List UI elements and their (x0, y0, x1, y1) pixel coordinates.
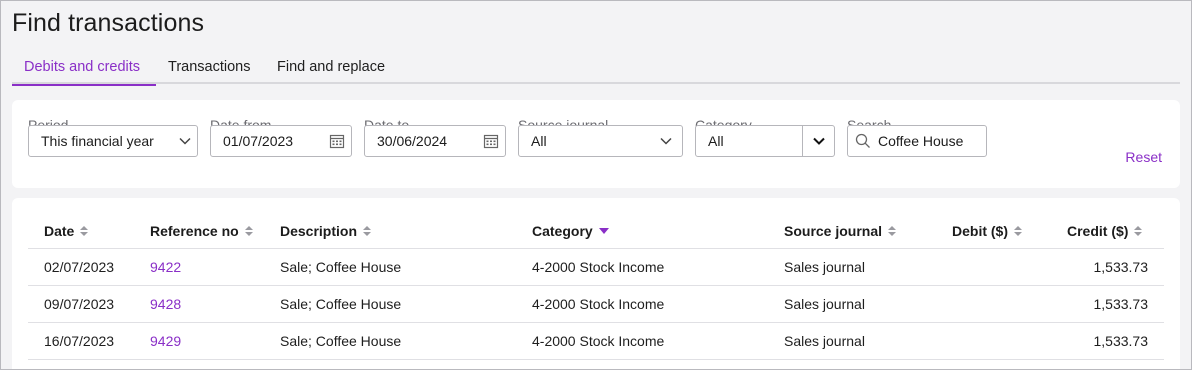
cell-source-journal: Sales journal (784, 259, 865, 275)
source-journal-select[interactable]: All (518, 125, 683, 157)
cell-credit: 1,533.73 (1093, 259, 1149, 275)
sort-icon (80, 225, 89, 236)
date-to-input[interactable]: 30/06/2024 (364, 125, 506, 157)
cell-date: 16/07/2023 (44, 333, 115, 349)
cell-debit (948, 286, 1028, 322)
filter-panel: Period This financial year Date from 01/… (12, 100, 1180, 188)
cell-reference-link[interactable]: 9429 (150, 323, 181, 359)
chevron-down-icon (173, 129, 197, 153)
date-to-value: 30/06/2024 (377, 133, 448, 149)
column-header-reference-no[interactable]: Reference no (150, 213, 253, 248)
category-select[interactable]: All (695, 125, 835, 157)
table-row[interactable]: 02/07/2023 9422 Sale; Coffee House 4-200… (28, 249, 1164, 286)
chevron-down-icon (654, 129, 678, 153)
cell-category: 4-2000 Stock Income (532, 296, 665, 312)
column-header-label: Source journal (784, 222, 883, 239)
source-journal-value: All (531, 133, 547, 149)
date-from-input[interactable]: 01/07/2023 (210, 125, 352, 157)
column-header-label: Date (44, 222, 75, 239)
column-header-source-journal[interactable]: Source journal (784, 213, 897, 248)
period-value: This financial year (41, 133, 154, 149)
cell-date: 09/07/2023 (44, 296, 115, 312)
column-header-category[interactable]: Category (532, 213, 609, 248)
column-header-label: Category (532, 222, 593, 239)
column-header-label: Description (280, 222, 358, 239)
search-input[interactable]: Coffee House (847, 125, 987, 157)
tab-debits-and-credits[interactable]: Debits and credits (12, 52, 156, 86)
sort-icon (363, 225, 372, 236)
cell-description: Sale; Coffee House (280, 296, 402, 312)
column-header-debit[interactable]: Debit ($) (952, 213, 1022, 248)
table-row[interactable]: 16/07/2023 9429 Sale; Coffee House 4-200… (28, 323, 1164, 360)
page-title: Find transactions (12, 9, 205, 37)
column-header-credit[interactable]: Credit ($) (1067, 213, 1143, 248)
column-header-description[interactable]: Description (280, 213, 372, 248)
tab-bar: Debits and credits Transactions Find and… (12, 52, 1180, 86)
cell-description: Sale; Coffee House (280, 333, 402, 349)
reset-link[interactable]: Reset (1125, 149, 1162, 165)
cell-date: 02/07/2023 (44, 259, 115, 275)
table-row[interactable]: 09/07/2023 9428 Sale; Coffee House 4-200… (28, 286, 1164, 323)
tab-transactions[interactable]: Transactions (156, 52, 265, 84)
tab-find-and-replace[interactable]: Find and replace (265, 52, 397, 84)
results-table: Date Reference no Description Category S… (12, 198, 1180, 370)
column-header-label: Debit ($) (952, 222, 1008, 239)
date-from-value: 01/07/2023 (223, 133, 294, 149)
cell-source-journal: Sales journal (784, 333, 865, 349)
cell-debit (948, 249, 1028, 285)
cell-reference-link[interactable]: 9428 (150, 286, 181, 322)
cell-source-journal: Sales journal (784, 296, 865, 312)
search-value: Coffee House (878, 133, 964, 149)
cell-debit (948, 323, 1028, 359)
calendar-icon[interactable] (323, 133, 351, 149)
search-icon (848, 133, 878, 149)
sort-icon (888, 225, 897, 236)
chevron-down-icon[interactable] (802, 126, 834, 156)
cell-description: Sale; Coffee House (280, 259, 402, 275)
sort-icon (1014, 225, 1022, 236)
cell-reference-link[interactable]: 9422 (150, 249, 181, 285)
sort-icon (244, 225, 253, 236)
table-header: Date Reference no Description Category S… (28, 213, 1164, 249)
cell-category: 4-2000 Stock Income (532, 333, 665, 349)
cell-category: 4-2000 Stock Income (532, 259, 665, 275)
sort-icon (1134, 225, 1143, 236)
cell-credit: 1,533.73 (1093, 296, 1149, 312)
sort-descending-icon (598, 227, 609, 234)
column-header-label: Reference no (150, 222, 239, 239)
cell-credit: 1,533.73 (1093, 333, 1149, 349)
period-select[interactable]: This financial year (28, 125, 198, 157)
column-header-date[interactable]: Date (44, 213, 89, 248)
column-header-label: Credit ($) (1067, 222, 1129, 239)
calendar-icon[interactable] (477, 133, 505, 149)
